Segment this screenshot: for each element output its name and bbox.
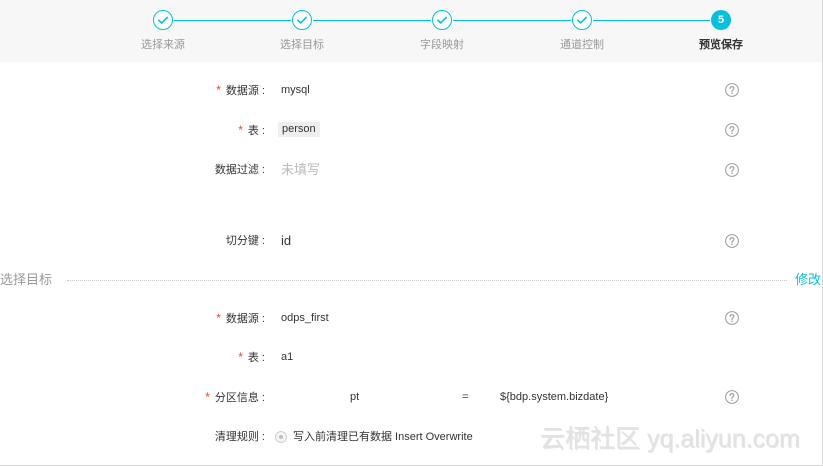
target-partition-row: * 分区信息 : pt = ${bdp.system.bizdate} xyxy=(0,387,821,407)
partition-key: pt xyxy=(350,391,360,403)
field-label: 清理规则 : xyxy=(0,427,265,447)
target-table-value: a1 xyxy=(281,351,294,363)
field-label: * 分区信息 : xyxy=(0,387,265,408)
source-split-key-value: id xyxy=(281,233,292,248)
check-circle-icon xyxy=(292,10,312,30)
target-datasource-row: * 数据源 : odps_first xyxy=(0,308,821,328)
label-text: 分区信息 : xyxy=(214,392,265,404)
step-select-target[interactable]: 选择目标 xyxy=(272,0,332,60)
label-text: 表 : xyxy=(247,352,265,364)
step-channel-control[interactable]: 通道控制 xyxy=(552,0,612,60)
field-label: * 数据源 : xyxy=(0,308,265,329)
question-circle-icon[interactable] xyxy=(725,123,739,137)
required-mark: * xyxy=(238,123,243,137)
source-split-key-row: 切分键 : id xyxy=(0,231,821,251)
source-datasource-row: * 数据源 : mysql xyxy=(0,80,821,100)
field-label: 切分键 : xyxy=(0,231,265,251)
required-mark: * xyxy=(238,350,243,364)
step-label: 选择目标 xyxy=(280,39,324,51)
clean-rule-option-label[interactable]: 写入前清理已有数据 Insert Overwrite xyxy=(293,427,473,447)
step-number-badge: 5 xyxy=(711,10,731,30)
label-text: 数据源 : xyxy=(225,313,265,325)
label-text: 数据源 : xyxy=(225,85,265,97)
question-circle-icon[interactable] xyxy=(725,311,739,325)
step-label: 预览保存 xyxy=(699,39,743,51)
section-title: 选择目标 xyxy=(0,272,53,287)
check-circle-icon xyxy=(153,10,173,30)
label-text: 数据过滤 : xyxy=(214,164,265,176)
label-text: 表 : xyxy=(247,125,265,137)
step-select-source[interactable]: 选择来源 xyxy=(133,0,193,60)
step-field-mapping[interactable]: 字段映射 xyxy=(412,0,472,60)
radio-dot xyxy=(279,435,283,439)
sync-task-wizard: 选择来源 选择目标 字段映射 通道控制 5 预览保存 * 数据源 : mysql… xyxy=(0,0,823,466)
dotted-separator xyxy=(67,280,787,281)
required-mark: * xyxy=(205,390,210,404)
field-label: 数据过滤 : xyxy=(0,160,265,180)
radio-icon[interactable] xyxy=(275,431,287,443)
edit-target-link[interactable]: 修改 xyxy=(795,271,821,289)
source-table-row: * 表 : person xyxy=(0,120,821,140)
field-label: * 数据源 : xyxy=(0,80,265,101)
partition-value: ${bdp.system.bizdate} xyxy=(500,391,609,403)
field-label: * 表 : xyxy=(0,347,265,368)
source-filter-placeholder: 未填写 xyxy=(281,162,321,177)
step-preview-save: 5 预览保存 xyxy=(691,0,751,60)
question-circle-icon[interactable] xyxy=(725,83,739,97)
wizard-steps: 选择来源 选择目标 字段映射 通道控制 5 预览保存 xyxy=(0,0,822,62)
question-circle-icon[interactable] xyxy=(725,234,739,248)
source-filter-row: 数据过滤 : 未填写 xyxy=(0,160,821,180)
required-mark: * xyxy=(216,311,221,325)
step-label: 选择来源 xyxy=(141,39,185,51)
field-label: * 表 : xyxy=(0,120,265,141)
source-table-tag: person xyxy=(278,122,320,137)
target-datasource-value: odps_first xyxy=(281,312,329,324)
label-text: 清理规则 : xyxy=(214,431,265,443)
target-table-row: * 表 : a1 xyxy=(0,347,821,367)
step-label: 字段映射 xyxy=(420,39,464,51)
section-divider-target: 选择目标 修改 xyxy=(0,271,821,289)
question-circle-icon[interactable] xyxy=(725,390,739,404)
check-circle-icon xyxy=(432,10,452,30)
target-clean-rule-row: 清理规则 : 写入前清理已有数据 Insert Overwrite xyxy=(0,427,821,447)
source-datasource-value: mysql xyxy=(281,84,310,96)
partition-operator: = xyxy=(462,391,469,403)
check-circle-icon xyxy=(572,10,592,30)
label-text: 切分键 : xyxy=(225,235,265,247)
required-mark: * xyxy=(216,83,221,97)
step-label: 通道控制 xyxy=(560,39,604,51)
question-circle-icon[interactable] xyxy=(725,163,739,177)
